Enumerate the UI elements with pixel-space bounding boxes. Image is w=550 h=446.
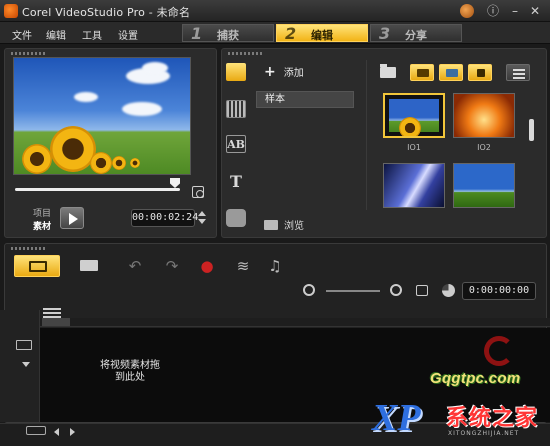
preview-timecode[interactable]: 00:00:02:24 xyxy=(131,209,198,227)
track-dropdown-icon[interactable] xyxy=(22,362,30,367)
drop-hint-text: 将视频素材拖到此处 xyxy=(100,360,160,383)
info-icon[interactable]: ⓘ xyxy=(484,3,502,19)
app-icon xyxy=(4,4,18,18)
track-manager-icon[interactable] xyxy=(16,340,32,350)
media-library-icon[interactable] xyxy=(226,63,246,81)
menu-edit[interactable]: 编辑 xyxy=(46,27,66,42)
auto-music-icon[interactable]: ♫ xyxy=(266,258,284,274)
menu-bar: 文件 编辑 工具 设置 1 捕获 2 编辑 3 分享 xyxy=(0,22,550,44)
menu-tools[interactable]: 工具 xyxy=(82,27,102,42)
zoom-in-icon[interactable] xyxy=(390,284,402,296)
zoom-out-icon[interactable] xyxy=(303,284,315,296)
step-edit-tab[interactable]: 2 编辑 xyxy=(276,24,368,43)
library-thumbnail[interactable] xyxy=(453,163,515,208)
track-list-icon[interactable] xyxy=(43,308,61,318)
watermark-subtext: XITONGZHIJIA.NET xyxy=(448,430,520,437)
title-ab-icon[interactable]: AB xyxy=(226,135,246,153)
transition-icon[interactable] xyxy=(226,100,246,118)
plus-icon: + xyxy=(264,64,276,80)
menu-settings[interactable]: 设置 xyxy=(118,27,138,42)
add-folder-button[interactable]: + 添加 xyxy=(264,64,304,80)
track-header-column xyxy=(0,310,40,422)
scrubber-track[interactable] xyxy=(15,188,180,191)
undo-icon[interactable]: ↶ xyxy=(126,258,144,274)
fit-project-icon[interactable] xyxy=(416,285,428,296)
play-button[interactable] xyxy=(60,207,84,229)
watermark-brand: 系统之家 xyxy=(446,406,539,431)
step-label: 捕获 xyxy=(217,29,239,42)
browse-label: 浏览 xyxy=(284,221,304,232)
step-share-tab[interactable]: 3 分享 xyxy=(370,24,462,43)
duration-icon xyxy=(442,284,455,297)
title-bar: Corel VideoStudio Pro - 未命名 ⓘ – ✕ xyxy=(0,0,550,22)
show-video-button[interactable] xyxy=(410,64,434,81)
step-number: 2 xyxy=(285,24,297,43)
mode-project-label[interactable]: 项目 xyxy=(33,206,51,219)
step-label: 分享 xyxy=(405,29,427,42)
list-view-button[interactable] xyxy=(506,64,530,81)
panel-grip[interactable] xyxy=(11,52,47,55)
timeline-ruler[interactable] xyxy=(40,318,550,327)
step-capture-tab[interactable]: 1 捕获 xyxy=(182,24,274,43)
watermark-url: Gqgtpc.com xyxy=(430,370,521,387)
help-icon[interactable] xyxy=(460,4,474,18)
record-capture-icon[interactable]: ● xyxy=(198,258,216,274)
close-button[interactable]: ✕ xyxy=(526,3,544,19)
step-number: 1 xyxy=(191,24,203,43)
step-label: 编辑 xyxy=(311,29,333,42)
panel-grip[interactable] xyxy=(228,52,264,55)
library-scrollbar[interactable] xyxy=(529,119,534,141)
scroll-right-icon[interactable] xyxy=(70,428,75,436)
add-label: 添加 xyxy=(283,68,304,79)
window-title: Corel VideoStudio Pro - 未命名 xyxy=(22,6,191,19)
thumbnail-label: IO1 xyxy=(407,143,421,152)
scroll-left-icon[interactable] xyxy=(54,428,59,436)
browse-icon xyxy=(264,220,278,230)
mode-clip-label[interactable]: 素材 xyxy=(33,219,51,232)
minimize-button[interactable]: – xyxy=(506,3,524,19)
show-audio-button[interactable] xyxy=(468,64,492,81)
add-track-icon[interactable] xyxy=(26,426,46,435)
timecode-down-icon[interactable] xyxy=(198,219,206,224)
filter-icon[interactable] xyxy=(226,209,246,227)
timeline-view-button[interactable] xyxy=(66,255,112,277)
menu-file[interactable]: 文件 xyxy=(12,27,32,42)
watermark-logo xyxy=(484,336,514,366)
timeline-timecode[interactable]: 0:00:00:00 xyxy=(462,282,536,300)
library-thumbnail[interactable] xyxy=(383,163,445,208)
library-folder-item[interactable]: 样本 xyxy=(256,91,354,108)
library-thumbnail[interactable] xyxy=(453,93,515,138)
zoom-slider[interactable] xyxy=(326,290,380,292)
step-number: 3 xyxy=(379,24,391,43)
audio-mixer-icon[interactable]: ≋ xyxy=(234,258,252,274)
library-folder-list xyxy=(254,60,367,210)
preview-screen xyxy=(13,57,191,175)
storyboard-view-button[interactable] xyxy=(14,255,60,277)
enlarge-preview-icon[interactable] xyxy=(192,186,204,198)
text-icon[interactable]: T xyxy=(226,173,246,191)
timecode-up-icon[interactable] xyxy=(198,211,206,216)
browse-button[interactable]: 浏览 xyxy=(264,217,304,232)
panel-grip[interactable] xyxy=(11,247,47,250)
library-thumbnail[interactable] xyxy=(383,93,445,138)
redo-icon[interactable]: ↷ xyxy=(163,258,181,274)
show-photo-button[interactable] xyxy=(439,64,463,81)
watermark-xp: XP xyxy=(372,397,421,439)
thumbnail-label: IO2 xyxy=(477,143,491,152)
folder-icon[interactable] xyxy=(380,64,396,78)
